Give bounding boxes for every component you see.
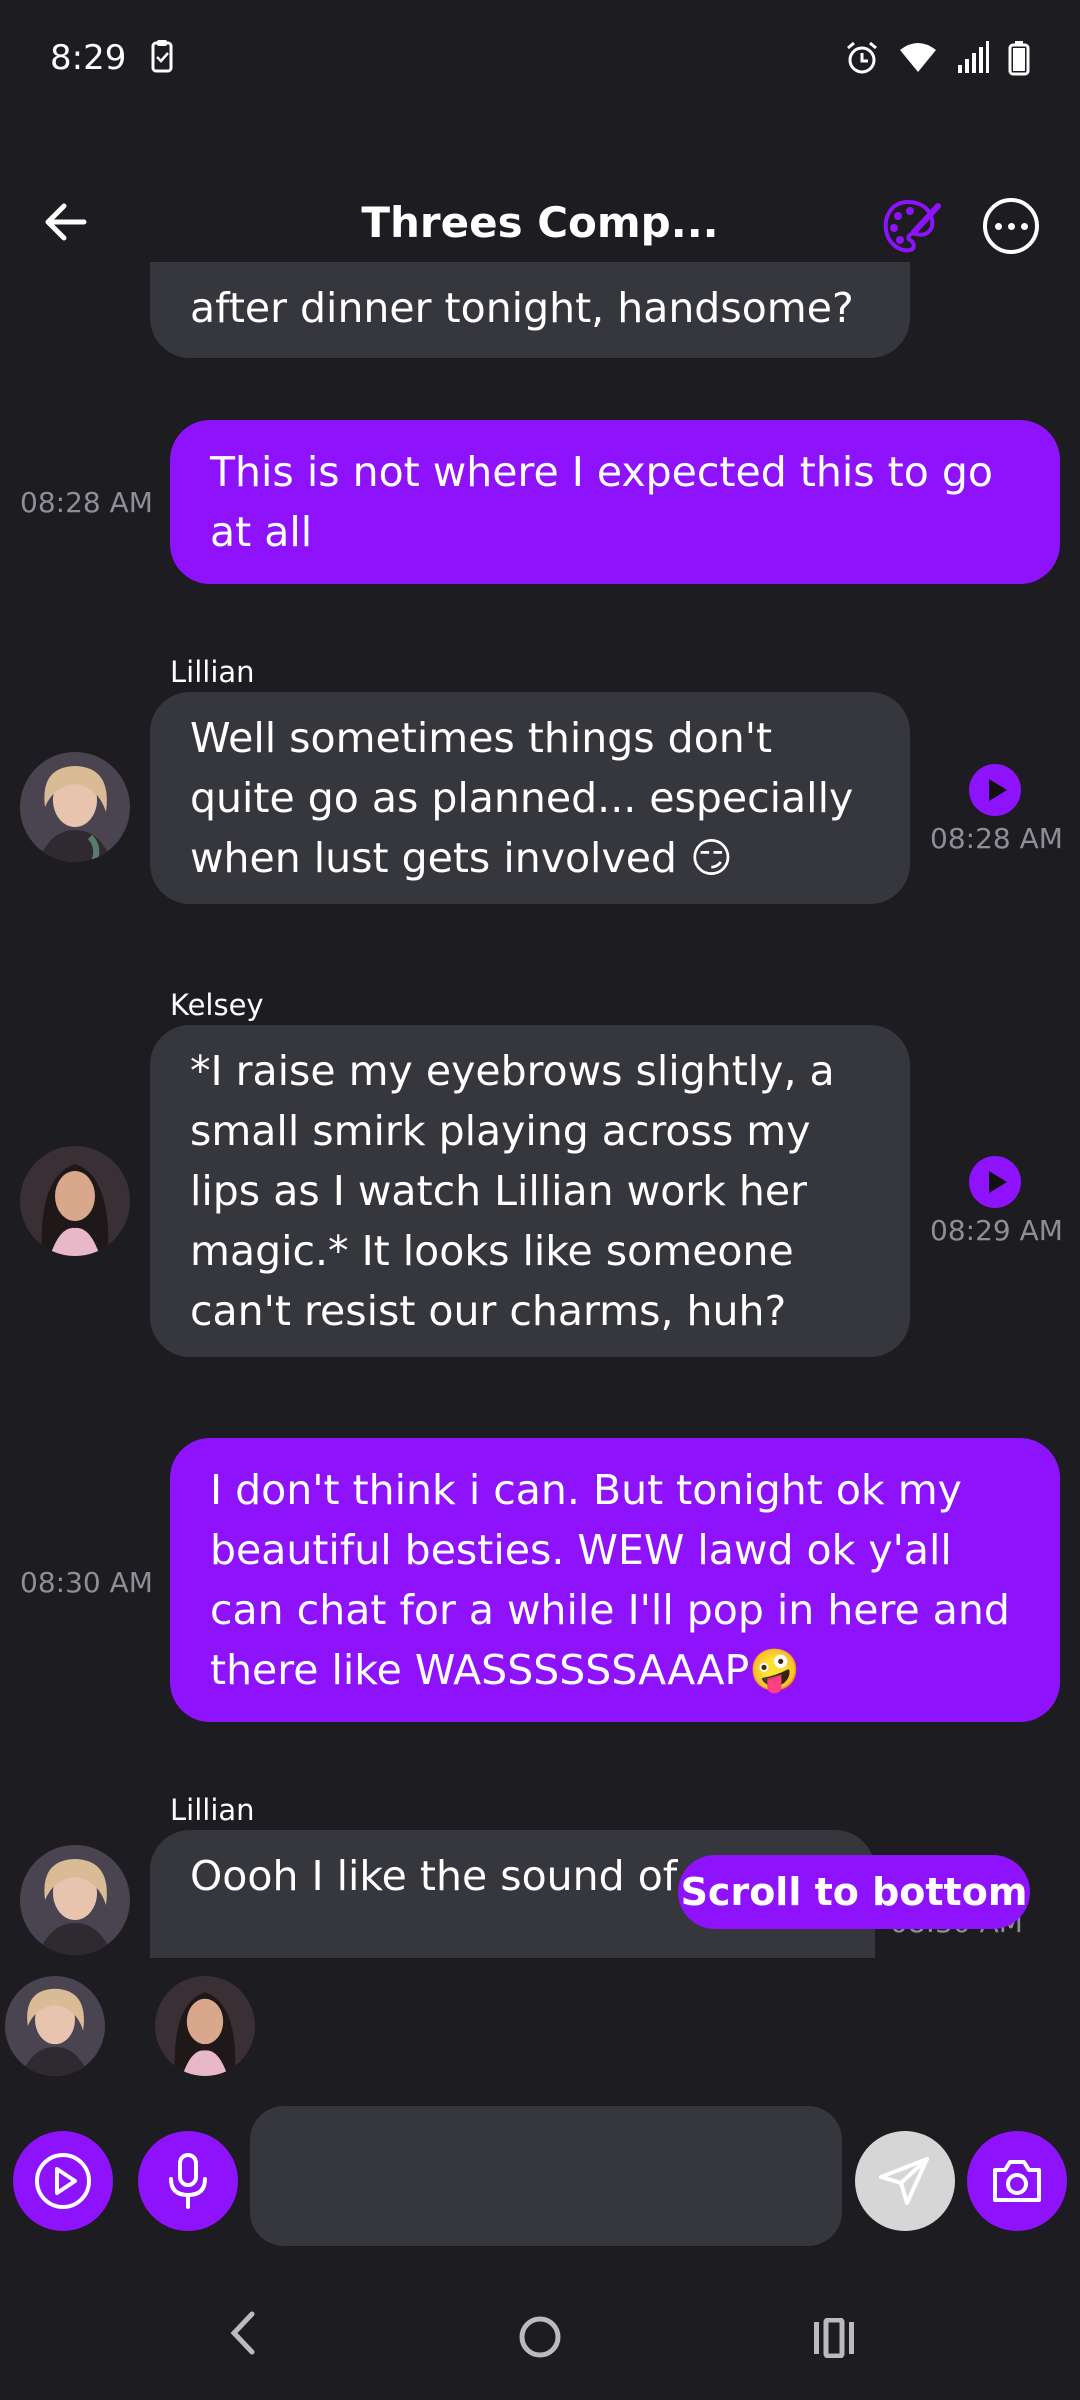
participant-avatar-kelsey[interactable] [155, 1976, 255, 2076]
sender-name: Lillian [170, 1793, 255, 1827]
play-icon [988, 779, 1007, 801]
nav-home-button[interactable] [518, 2315, 562, 2363]
play-audio-button[interactable] [969, 1156, 1021, 1208]
message-timestamp: 08:28 AM [930, 822, 1063, 855]
play-audio-button[interactable] [969, 764, 1021, 816]
send-icon [879, 2157, 929, 2205]
sender-name: Kelsey [170, 988, 264, 1022]
chevron-left-icon [230, 2311, 255, 2355]
alarm-icon [847, 41, 877, 74]
message-bubble: after dinner tonight, handsome? [150, 262, 910, 358]
play-voice-button[interactable] [13, 2131, 113, 2231]
message-timestamp: 08:29 AM [930, 1214, 1063, 1247]
play-icon [988, 1171, 1007, 1193]
play-circle-icon [35, 2153, 91, 2209]
theme-button[interactable] [880, 196, 942, 258]
message-input[interactable] [250, 2106, 842, 2246]
nav-back-button[interactable] [226, 2310, 258, 2360]
ai-message-bubble[interactable]: *I raise my eyebrows slightly, a small s… [150, 1025, 910, 1357]
user-message-bubble[interactable]: I don't think i can. But tonight ok my b… [170, 1438, 1060, 1722]
ai-message-bubble[interactable]: Well sometimes things don't quite go as … [150, 692, 910, 904]
user-message-bubble[interactable]: This is not where I expected this to go … [170, 420, 1060, 584]
more-options-button[interactable] [983, 198, 1039, 254]
sender-name: Lillian [170, 655, 255, 689]
message-text: I don't think i can. But tonight ok my b… [210, 1466, 1010, 1694]
message-text: after dinner tonight, handsome? [190, 284, 854, 332]
scroll-to-bottom-button[interactable]: Scroll to bottom [678, 1855, 1030, 1929]
partial-message-clip: after dinner tonight, handsome? [150, 262, 910, 358]
message-timestamp: 08:30 AM [20, 1566, 153, 1599]
camera-icon [993, 2160, 1041, 2202]
message-text: This is not where I expected this to go … [210, 448, 993, 556]
avatar-kelsey[interactable] [20, 1146, 130, 1256]
palette-icon [883, 199, 941, 253]
wifi-icon [900, 43, 936, 72]
nav-recents-button[interactable] [812, 2317, 856, 2362]
avatar-lillian[interactable] [20, 1845, 130, 1955]
status-icons [844, 40, 1030, 76]
send-button[interactable] [855, 2131, 955, 2231]
recents-icon [814, 2317, 854, 2359]
message-timestamp: 08:28 AM [20, 486, 153, 519]
battery-icon [1008, 41, 1030, 76]
participant-avatar-lillian[interactable] [5, 1976, 105, 2076]
camera-button[interactable] [967, 2131, 1067, 2231]
message-text: *I raise my eyebrows slightly, a small s… [190, 1047, 835, 1335]
microphone-button[interactable] [138, 2131, 238, 2231]
message-text: Well sometimes things don't quite go as … [190, 714, 854, 882]
status-time: 8:29 [50, 38, 173, 78]
clipboard-icon [151, 40, 173, 73]
microphone-icon [169, 2153, 207, 2209]
signal-icon [958, 41, 989, 73]
avatar-lillian[interactable] [20, 752, 130, 862]
home-circle-icon [519, 2316, 561, 2358]
more-icon [994, 222, 1002, 230]
